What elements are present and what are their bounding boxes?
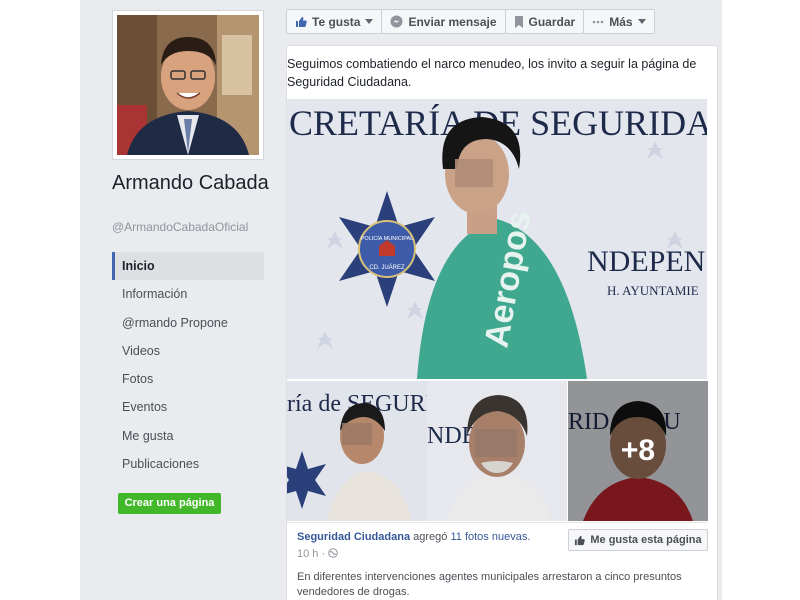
send-message-label: Enviar mensaje: [408, 14, 497, 29]
arrest-photo: CRETARÍA DE SEGURIDAD NDEPEN H. AYUNTAMI…: [287, 99, 707, 379]
shared-header: Seguridad Ciudadana agregó 11 fotos nuev…: [297, 531, 530, 543]
chevron-down-icon: [637, 19, 646, 24]
profile-picture[interactable]: [112, 10, 264, 160]
shared-description: En diferentes intervenciones agentes mun…: [297, 571, 682, 598]
page-title[interactable]: Armando Cabada: [112, 172, 272, 195]
create-page-button[interactable]: Crear una página: [118, 493, 221, 514]
thumbs-up-icon: [575, 535, 586, 545]
sidebar-item-eventos[interactable]: Eventos: [112, 393, 264, 421]
send-message-button[interactable]: Enviar mensaje: [381, 9, 506, 34]
sidebar-item-fotos[interactable]: Fotos: [112, 365, 264, 393]
post-thumbnail-3[interactable]: RIDAD PU +8: [568, 381, 708, 521]
more-dots-icon: [592, 20, 604, 23]
timestamp-text: 10 h ·: [297, 548, 326, 560]
like-page-label: Me gusta esta página: [590, 534, 702, 546]
sidebar-item-armando-propone[interactable]: @rmando Propone: [112, 309, 264, 337]
save-button[interactable]: Guardar: [504, 9, 585, 34]
profile-photo: [117, 15, 259, 155]
backdrop-text-2: NDEPEN: [587, 245, 705, 278]
post-text: Seguimos combatiendo el narco menudeo, l…: [287, 57, 697, 89]
shared-attachment: Seguridad Ciudadana agregó 11 fotos nuev…: [287, 522, 708, 600]
chevron-down-icon: [365, 19, 374, 24]
shared-timestamp[interactable]: 10 h ·: [297, 548, 339, 560]
badge-text-2: CD. JUÁREZ: [369, 264, 405, 271]
sidebar-item-inicio[interactable]: Inicio: [112, 252, 264, 281]
sidebar-item-videos[interactable]: Videos: [112, 337, 264, 365]
thumbs-up-icon: [296, 16, 307, 27]
like-button-label: Te gusta: [312, 14, 361, 29]
sidebar-nav: Inicio Información @rmando Propone Video…: [112, 252, 264, 478]
more-label: Más: [609, 14, 633, 29]
more-photos-overlay[interactable]: +8: [568, 381, 708, 521]
backdrop-text-3: H. AYUNTAMIE: [607, 283, 699, 298]
bookmark-icon: [514, 15, 523, 28]
page-action-bar: Te gusta Enviar mensaje Guardar Más: [286, 9, 655, 34]
post-thumbnail-2[interactable]: NDEPEN: [427, 381, 567, 521]
shared-photos-link[interactable]: 11 fotos nuevas.: [450, 531, 530, 543]
more-button[interactable]: Más: [583, 9, 655, 34]
globe-icon: [328, 548, 339, 558]
thumbnail-photo: ría de SEGURID: [287, 381, 427, 521]
sidebar-item-informacion[interactable]: Información: [112, 280, 264, 308]
post-main-photo[interactable]: CRETARÍA DE SEGURIDAD NDEPEN H. AYUNTAMI…: [287, 99, 707, 379]
post-thumbnail-1[interactable]: ría de SEGURID: [287, 381, 427, 521]
page-handle[interactable]: @ArmandoCabadaOficial: [112, 220, 248, 234]
shared-action-text: agregó: [413, 531, 448, 543]
sidebar-item-publicaciones[interactable]: Publicaciones: [112, 450, 264, 478]
save-label: Guardar: [528, 14, 576, 29]
like-page-button[interactable]: Me gusta esta página: [568, 529, 708, 551]
sidebar-item-me-gusta[interactable]: Me gusta: [112, 422, 264, 450]
shared-page-link[interactable]: Seguridad Ciudadana: [297, 531, 410, 543]
post-card: Seguimos combatiendo el narco menudeo, l…: [286, 45, 718, 600]
page-background-left: [0, 0, 80, 600]
like-button[interactable]: Te gusta: [286, 9, 383, 34]
thumbnail-photo: NDEPEN: [427, 381, 567, 521]
messenger-icon: [390, 15, 403, 28]
